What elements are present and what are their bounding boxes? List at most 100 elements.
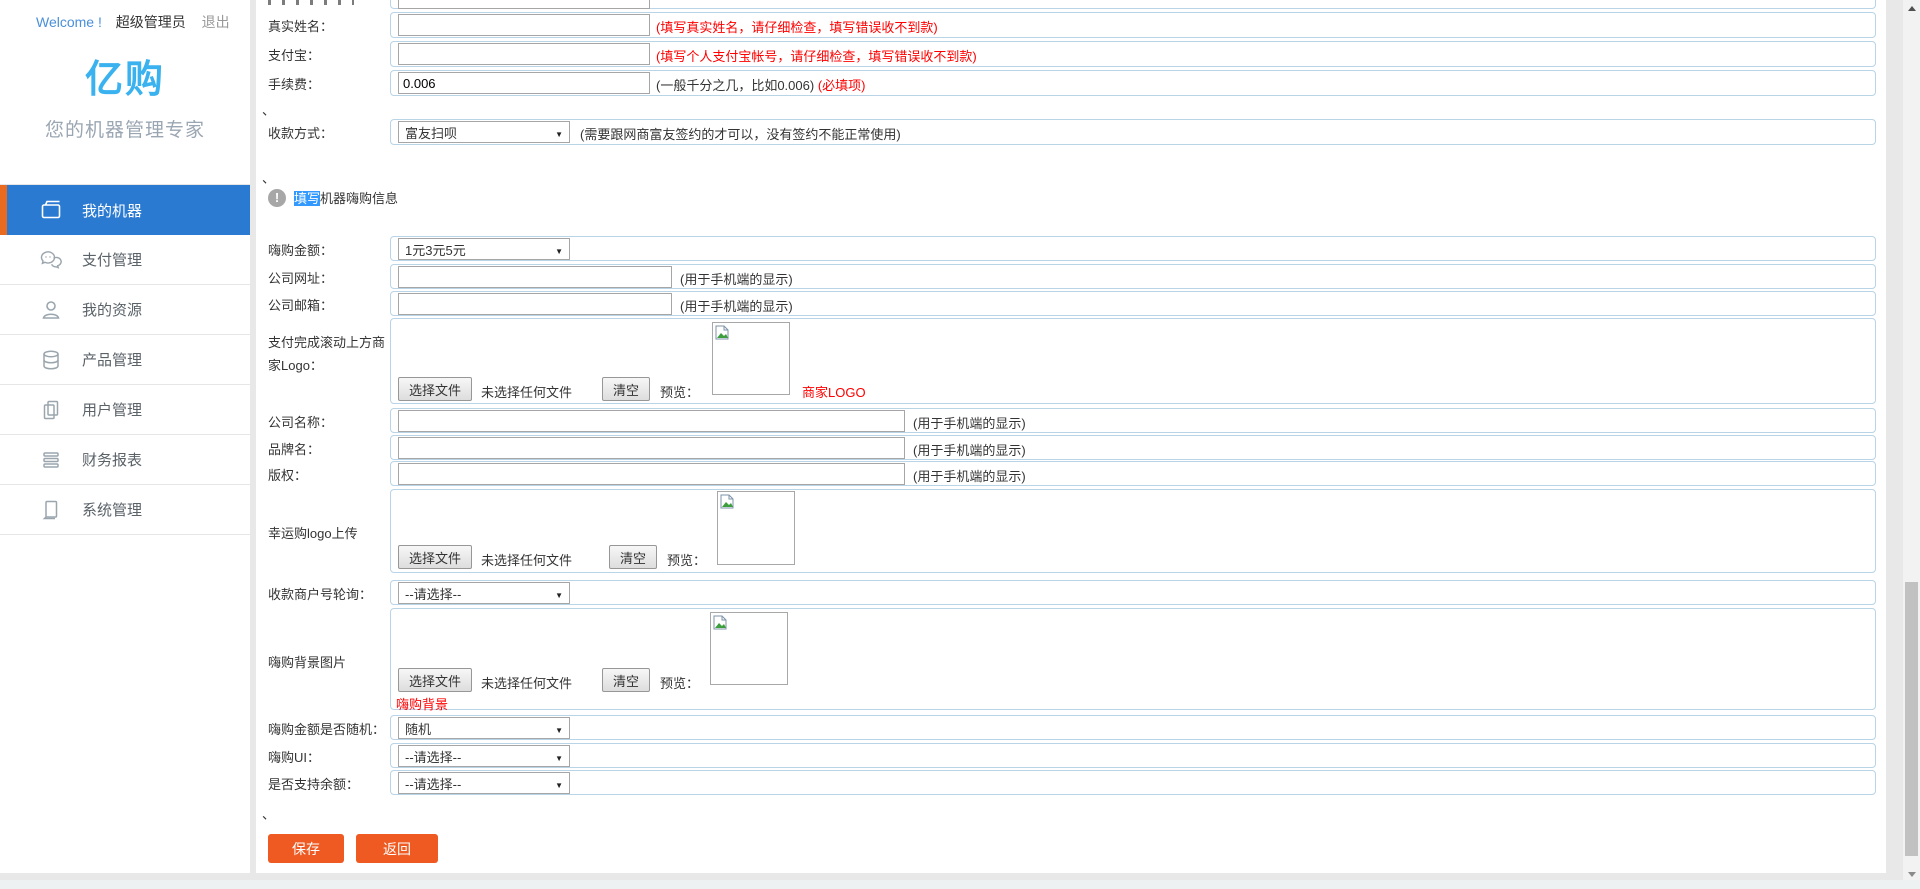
haigou-ui-select[interactable]: --请选择--: [398, 745, 570, 767]
company-url-label: 公司网址：: [268, 268, 333, 287]
company-email-input[interactable]: [398, 293, 672, 315]
separator-mark: 、: [262, 168, 275, 187]
payment-method-hint: (需要跟网商富友签约的才可以，没有签约不能正常使用): [580, 124, 901, 143]
fee-input[interactable]: [398, 72, 650, 94]
payment-method-label: 收款方式：: [268, 123, 333, 142]
welcome-text: Welcome !: [36, 14, 102, 30]
haigou-amount-value: 1元3元5元: [405, 240, 466, 259]
company-email-label: 公司邮箱：: [268, 295, 333, 314]
payment-method-select[interactable]: 富友扫呗: [398, 121, 570, 143]
haigou-bg-choose-file-button[interactable]: 选择文件: [398, 668, 472, 692]
company-email-hint: (用于手机端的显示): [680, 296, 793, 315]
payment-method-value: 富友扫呗: [405, 123, 457, 142]
company-url-input[interactable]: [398, 266, 672, 288]
copyright-label: 版权：: [268, 465, 307, 484]
lucky-logo-no-file-text: 未选择任何文件: [481, 550, 572, 569]
sidebar-item-users[interactable]: 用户管理: [0, 385, 250, 435]
haigou-amount-select[interactable]: 1元3元5元: [398, 238, 570, 260]
merchant-polling-select[interactable]: --请选择--: [398, 582, 570, 604]
haigou-amount-label: 嗨购金额：: [268, 240, 333, 259]
balance-support-label: 是否支持余额：: [268, 774, 359, 793]
sidebar-item-label: 我的机器: [82, 200, 142, 221]
merchant-polling-value: --请选择--: [405, 584, 461, 603]
sidebar-item-label: 财务报表: [82, 449, 142, 470]
brand-tagline: 您的机器管理专家: [0, 115, 250, 142]
broken-image-icon: [720, 494, 734, 509]
alipay-input[interactable]: [398, 43, 650, 65]
haigou-random-label: 嗨购金额是否随机：: [268, 719, 385, 738]
haigou-bg-clear-button[interactable]: 清空: [602, 668, 650, 692]
scrollbar-thumb[interactable]: [1905, 582, 1918, 856]
merchant-polling-label: 收款商户号轮询：: [268, 584, 372, 603]
haigou-random-select[interactable]: 随机: [398, 717, 570, 739]
brand-name-input[interactable]: [398, 437, 905, 459]
form-row-haigou-bg: [390, 608, 1876, 710]
sidebar-item-label: 支付管理: [82, 249, 142, 270]
section-heading: ! 填写机器嗨购信息: [268, 188, 398, 207]
merchant-logo-preview-label: 预览：: [660, 382, 699, 401]
scroll-up-arrow-icon[interactable]: [1903, 0, 1920, 16]
sidebar-item-label: 产品管理: [82, 349, 142, 370]
merchant-logo-label: 支付完成滚动上方商家Logo：: [268, 332, 390, 378]
company-name-input[interactable]: [398, 410, 905, 432]
separator-mark: 、: [262, 804, 275, 823]
topbar: Welcome ! 超级管理员 退出: [0, 0, 250, 32]
broken-image-icon: [715, 325, 729, 340]
brand-name-hint: (用于手机端的显示): [913, 440, 1026, 459]
lucky-logo-choose-file-button[interactable]: 选择文件: [398, 545, 472, 569]
machine-icon: [38, 197, 64, 223]
info-icon: !: [268, 189, 286, 207]
fee-hint: (一般千分之几，比如0.006) (必填项): [656, 75, 866, 94]
sidebar-item-products[interactable]: 产品管理: [0, 335, 250, 385]
section-highlighted-text: 填写: [294, 191, 320, 206]
sidebar-item-label: 我的资源: [82, 299, 142, 320]
sidebar-item-label: 用户管理: [82, 399, 142, 420]
copy-icon: [38, 397, 64, 423]
haigou-bg-preview-label: 预览：: [660, 673, 699, 692]
back-button[interactable]: 返回: [356, 834, 438, 863]
save-button[interactable]: 保存: [268, 834, 344, 863]
form-panel: 真实姓名： (填写真实姓名，请仔细检查，填写错误收不到款) 支付宝： (填写个人…: [256, 0, 1886, 873]
chevron-down-icon: [555, 721, 563, 736]
merchant-logo-choose-file-button[interactable]: 选择文件: [398, 377, 472, 401]
lucky-logo-label: 幸运购logo上传: [268, 523, 358, 542]
sidebar-item-reports[interactable]: 财务报表: [0, 435, 250, 485]
company-name-label: 公司名称：: [268, 412, 333, 431]
chevron-down-icon: [555, 125, 563, 140]
form-row-merchant-polling: [390, 580, 1876, 605]
sidebar-item-my-resources[interactable]: 我的资源: [0, 285, 250, 335]
real-name-hint: (填写真实姓名，请仔细检查，填写错误收不到款): [656, 17, 938, 36]
balance-support-select[interactable]: --请选择--: [398, 772, 570, 794]
copyright-input[interactable]: [398, 463, 905, 485]
database-icon: [38, 347, 64, 373]
clipped-label-fragment: [268, 0, 354, 5]
brand-logo: 亿购: [0, 48, 250, 103]
sidebar-item-my-machines[interactable]: 我的机器: [0, 185, 250, 235]
sidebar: Welcome ! 超级管理员 退出 亿购 您的机器管理专家 我的机器: [0, 0, 250, 873]
separator-mark: 、: [262, 100, 275, 119]
sidebar-item-label: 系统管理: [82, 499, 142, 520]
form-row-haigou-random: [390, 715, 1876, 740]
wechat-pay-icon: [38, 247, 64, 273]
logout-link[interactable]: 退出: [202, 14, 230, 30]
real-name-input[interactable]: [398, 14, 650, 36]
haigou-ui-value: --请选择--: [405, 747, 461, 766]
chevron-down-icon: [555, 586, 563, 601]
form-row-balance-support: [390, 770, 1876, 795]
username: 超级管理员: [116, 14, 186, 30]
lucky-logo-clear-button[interactable]: 清空: [609, 545, 657, 569]
brand: 亿购 您的机器管理专家: [0, 48, 250, 142]
report-icon: [38, 447, 64, 473]
haigou-bg-label: 嗨购背景图片: [268, 652, 346, 671]
alipay-label: 支付宝：: [268, 45, 320, 64]
company-url-hint: (用于手机端的显示): [680, 269, 793, 288]
clipped-input[interactable]: [398, 0, 650, 9]
vertical-scrollbar[interactable]: [1903, 0, 1920, 884]
sidebar-item-payment[interactable]: 支付管理: [0, 235, 250, 285]
form-row-haigou-ui: [390, 743, 1876, 768]
person-icon: [38, 297, 64, 323]
merchant-logo-clear-button[interactable]: 清空: [602, 377, 650, 401]
chevron-down-icon: [555, 749, 563, 764]
sidebar-item-system[interactable]: 系统管理: [0, 485, 250, 535]
sidebar-menu: 我的机器 支付管理 我的资源: [0, 184, 250, 535]
